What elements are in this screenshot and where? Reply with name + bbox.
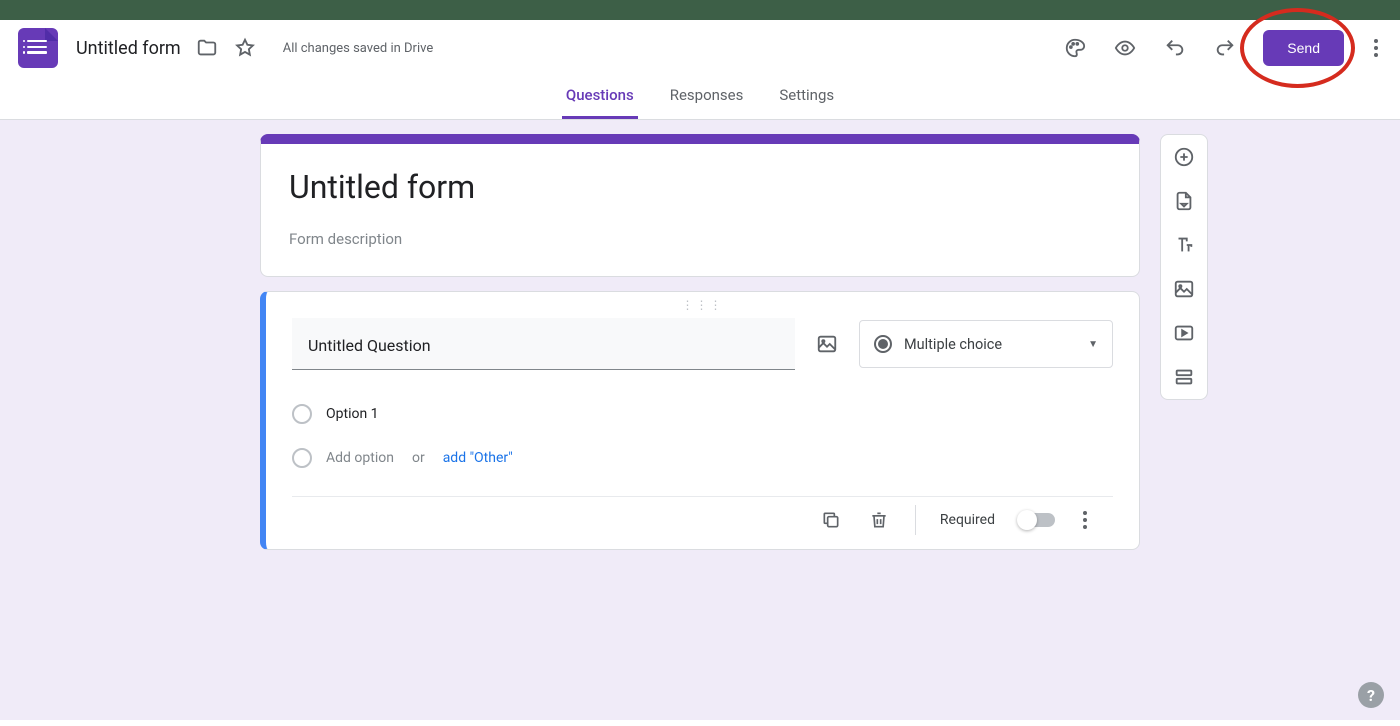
more-icon[interactable] — [1370, 35, 1382, 61]
add-option-button[interactable]: Add option — [326, 450, 394, 466]
radio-icon — [292, 404, 312, 424]
add-title-icon[interactable] — [1172, 233, 1196, 257]
question-footer: Required — [292, 496, 1113, 549]
star-icon[interactable] — [233, 36, 257, 60]
drag-handle-icon[interactable]: ⋮⋮⋮ — [266, 292, 1139, 314]
send-button[interactable]: Send — [1263, 30, 1344, 66]
radio-icon — [292, 448, 312, 468]
form-header-card[interactable]: Untitled form Form description — [260, 134, 1140, 277]
browser-chrome-strip — [0, 0, 1400, 20]
required-label: Required — [940, 512, 995, 528]
save-status: All changes saved in Drive — [283, 41, 434, 56]
header-actions: Send — [1063, 30, 1382, 66]
divider — [915, 505, 916, 535]
chevron-down-icon: ▼ — [1088, 339, 1098, 350]
tabs: Questions Responses Settings — [0, 76, 1400, 120]
add-section-icon[interactable] — [1172, 365, 1196, 389]
question-type-dropdown[interactable]: Multiple choice ▼ — [859, 320, 1113, 368]
floating-toolbar — [1160, 134, 1208, 400]
option-row[interactable]: Option 1 — [292, 392, 1113, 436]
question-type-label: Multiple choice — [904, 336, 1076, 353]
delete-icon[interactable] — [867, 508, 891, 532]
tab-responses[interactable]: Responses — [666, 86, 748, 119]
header-bar: Untitled form All changes saved in Drive… — [0, 20, 1400, 76]
add-option-row: Add option or add "Other" — [292, 436, 1113, 480]
required-toggle[interactable] — [1019, 513, 1055, 527]
help-button[interactable]: ? — [1358, 682, 1384, 708]
palette-icon[interactable] — [1063, 36, 1087, 60]
preview-icon[interactable] — [1113, 36, 1137, 60]
add-video-icon[interactable] — [1172, 321, 1196, 345]
undo-icon[interactable] — [1163, 36, 1187, 60]
radio-icon — [874, 335, 892, 353]
form-title[interactable]: Untitled form — [289, 168, 1111, 206]
forms-logo[interactable] — [18, 28, 58, 68]
question-title-input[interactable]: Untitled Question — [292, 318, 795, 370]
option-label[interactable]: Option 1 — [326, 406, 379, 422]
tab-questions[interactable]: Questions — [562, 86, 638, 119]
add-question-icon[interactable] — [1172, 145, 1196, 169]
add-image-tool-icon[interactable] — [1172, 277, 1196, 301]
redo-icon[interactable] — [1213, 36, 1237, 60]
import-questions-icon[interactable] — [1172, 189, 1196, 213]
options-list: Option 1 Add option or add "Other" — [266, 386, 1139, 480]
question-more-icon[interactable] — [1079, 507, 1091, 533]
tab-settings[interactable]: Settings — [775, 86, 838, 119]
question-card[interactable]: ⋮⋮⋮ Untitled Question Multiple choice ▼ … — [260, 291, 1140, 550]
document-title[interactable]: Untitled form — [76, 38, 181, 59]
form-canvas: Untitled form Form description ⋮⋮⋮ Untit… — [0, 120, 1400, 720]
add-other-button[interactable]: add "Other" — [443, 450, 513, 466]
or-label: or — [412, 450, 425, 466]
folder-icon[interactable] — [195, 36, 219, 60]
add-image-icon[interactable] — [813, 330, 841, 358]
duplicate-icon[interactable] — [819, 508, 843, 532]
form-description[interactable]: Form description — [289, 230, 1111, 248]
